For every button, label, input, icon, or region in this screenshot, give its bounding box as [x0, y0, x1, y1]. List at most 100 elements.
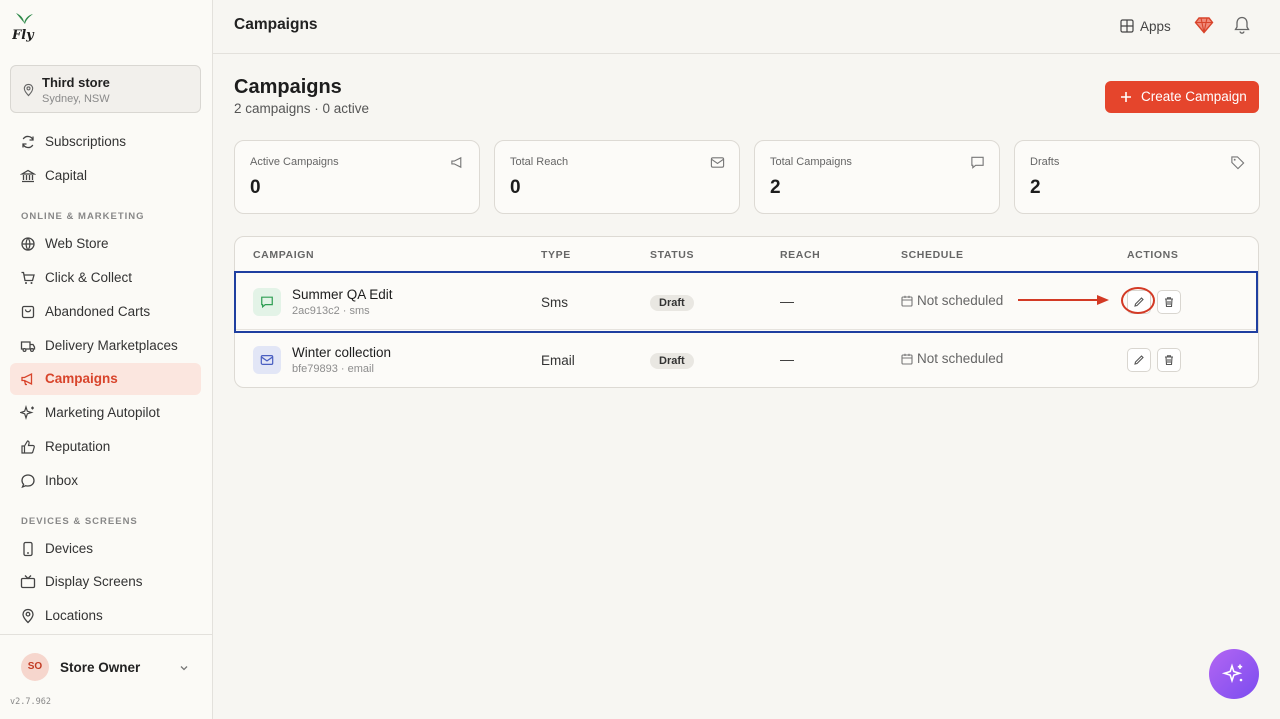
- campaign-meta: 2ac913c2 · sms: [292, 305, 370, 317]
- stat-card-drafts: Drafts 2: [1014, 140, 1260, 214]
- topbar-title: Campaigns: [234, 16, 318, 33]
- table-row[interactable]: Winter collection bfe79893 · email Email…: [235, 331, 1258, 387]
- column-header-type[interactable]: TYPE: [541, 249, 571, 261]
- sidebar-item-campaigns[interactable]: Campaigns: [10, 363, 201, 395]
- map-pin-icon: [23, 83, 34, 97]
- globe-icon: [21, 237, 35, 251]
- apps-label: Apps: [1140, 18, 1171, 34]
- sidebar-item-label: Campaigns: [45, 371, 118, 386]
- status-badge: Draft: [650, 353, 694, 369]
- stat-label: Total Campaigns: [770, 156, 852, 168]
- store-location: Sydney, NSW: [42, 93, 110, 105]
- mail-icon: [710, 157, 725, 168]
- trash-icon: [1165, 355, 1173, 366]
- ai-assistant-button[interactable]: [1209, 649, 1259, 699]
- stat-value: 0: [250, 177, 261, 198]
- sidebar-item-display-screens[interactable]: Display Screens: [10, 566, 201, 598]
- message-icon: [971, 156, 984, 169]
- chevron-down-icon: [180, 666, 188, 671]
- chat-icon: [21, 474, 35, 489]
- page-title: Campaigns: [234, 76, 342, 98]
- message-icon: [261, 296, 273, 309]
- campaign-schedule: Not scheduled: [901, 351, 1003, 366]
- campaign-schedule: Not scheduled: [901, 293, 1003, 308]
- sidebar-item-marketing-autopilot[interactable]: Marketing Autopilot: [10, 397, 201, 429]
- fly-logo-icon[interactable]: Fly: [12, 10, 36, 42]
- campaign-name[interactable]: Winter collection: [292, 345, 391, 360]
- sidebar-item-label: Marketing Autopilot: [45, 405, 160, 420]
- stat-label: Active Campaigns: [250, 156, 339, 168]
- sidebar-item-inbox[interactable]: Inbox: [10, 465, 201, 497]
- column-header-schedule[interactable]: SCHEDULE: [901, 249, 964, 261]
- sidebar-item-label: Click & Collect: [45, 270, 133, 285]
- phone-icon: [23, 541, 33, 557]
- schedule-label: Not scheduled: [917, 293, 1004, 308]
- campaign-reach: —: [780, 351, 794, 367]
- trash-icon: [1165, 297, 1173, 308]
- sparkle-icon: [1222, 663, 1243, 684]
- megaphone-icon: [451, 156, 462, 169]
- megaphone-icon: [21, 372, 33, 386]
- email-type-badge: [253, 346, 281, 374]
- svg-text:Fly: Fly: [12, 28, 35, 42]
- sms-type-badge: [253, 288, 281, 316]
- campaign-reach: —: [780, 293, 794, 309]
- user-menu[interactable]: SO Store Owner: [0, 634, 212, 698]
- user-name: Store Owner: [60, 660, 141, 675]
- sidebar: Fly Third store Sydney, NSW Subscription…: [0, 0, 213, 719]
- delete-button[interactable]: [1157, 290, 1181, 314]
- schedule-label: Not scheduled: [917, 351, 1004, 366]
- avatar: SO: [21, 653, 49, 681]
- apps-button[interactable]: Apps: [1120, 15, 1171, 37]
- column-header-reach[interactable]: REACH: [780, 249, 820, 261]
- stat-label: Total Reach: [510, 156, 569, 168]
- sidebar-item-label: Delivery Marketplaces: [45, 338, 178, 353]
- bell-icon[interactable]: [1233, 15, 1251, 35]
- section-label-online: ONLINE & MARKETING: [21, 211, 145, 222]
- status-badge: Draft: [650, 295, 694, 311]
- sparkle-icon: [20, 405, 34, 421]
- version-label: v2.7.962: [10, 697, 51, 707]
- sidebar-item-label: Capital: [45, 168, 88, 183]
- sidebar-item-label: Web Store: [45, 236, 109, 251]
- sidebar-item-label: Reputation: [45, 439, 111, 454]
- column-header-actions: ACTIONS: [1127, 249, 1179, 261]
- grid-icon: [1120, 19, 1134, 33]
- edit-button[interactable]: [1127, 348, 1151, 372]
- sidebar-item-web-store[interactable]: Web Store: [10, 228, 201, 260]
- column-header-status[interactable]: STATUS: [650, 249, 694, 261]
- stat-value: 0: [510, 177, 521, 198]
- cart-icon: [21, 271, 35, 284]
- stat-label: Drafts: [1030, 156, 1060, 168]
- calendar-icon: [901, 353, 913, 365]
- mail-icon: [260, 355, 274, 365]
- campaign-type: Email: [541, 353, 575, 368]
- sidebar-item-subscriptions[interactable]: Subscriptions: [10, 126, 201, 158]
- sidebar-item-delivery-marketplaces[interactable]: Delivery Marketplaces: [10, 330, 201, 362]
- annotation-arrow-icon: [1018, 295, 1109, 305]
- delete-button[interactable]: [1157, 348, 1181, 372]
- refresh-icon: [22, 135, 34, 149]
- create-campaign-label: Create Campaign: [1141, 89, 1247, 104]
- campaign-name[interactable]: Summer QA Edit: [292, 287, 393, 302]
- annotation-circle: [1121, 287, 1155, 314]
- sidebar-item-click-collect[interactable]: Click & Collect: [10, 262, 201, 294]
- store-selector[interactable]: Third store Sydney, NSW: [10, 65, 201, 113]
- map-pin-icon: [22, 608, 34, 624]
- create-campaign-button[interactable]: Create Campaign: [1105, 81, 1259, 113]
- sidebar-item-locations[interactable]: Locations: [10, 600, 201, 632]
- sidebar-item-reputation[interactable]: Reputation: [10, 431, 201, 463]
- shopping-bag-icon: [21, 305, 35, 319]
- sidebar-item-label: Inbox: [45, 473, 79, 488]
- section-label-devices: DEVICES & SCREENS: [21, 516, 138, 527]
- column-header-campaign[interactable]: CAMPAIGN: [253, 249, 314, 261]
- sidebar-item-capital[interactable]: Capital: [10, 160, 201, 192]
- topbar: Campaigns Apps: [213, 0, 1280, 54]
- campaign-type: Sms: [541, 295, 568, 310]
- sidebar-item-abandoned-carts[interactable]: Abandoned Carts: [10, 296, 201, 328]
- sidebar-item-devices[interactable]: Devices: [10, 533, 201, 565]
- gem-icon[interactable]: [1194, 15, 1214, 35]
- sidebar-item-label: Devices: [45, 541, 94, 556]
- thumbs-up-icon: [21, 440, 35, 454]
- sidebar-item-label: Subscriptions: [45, 134, 127, 149]
